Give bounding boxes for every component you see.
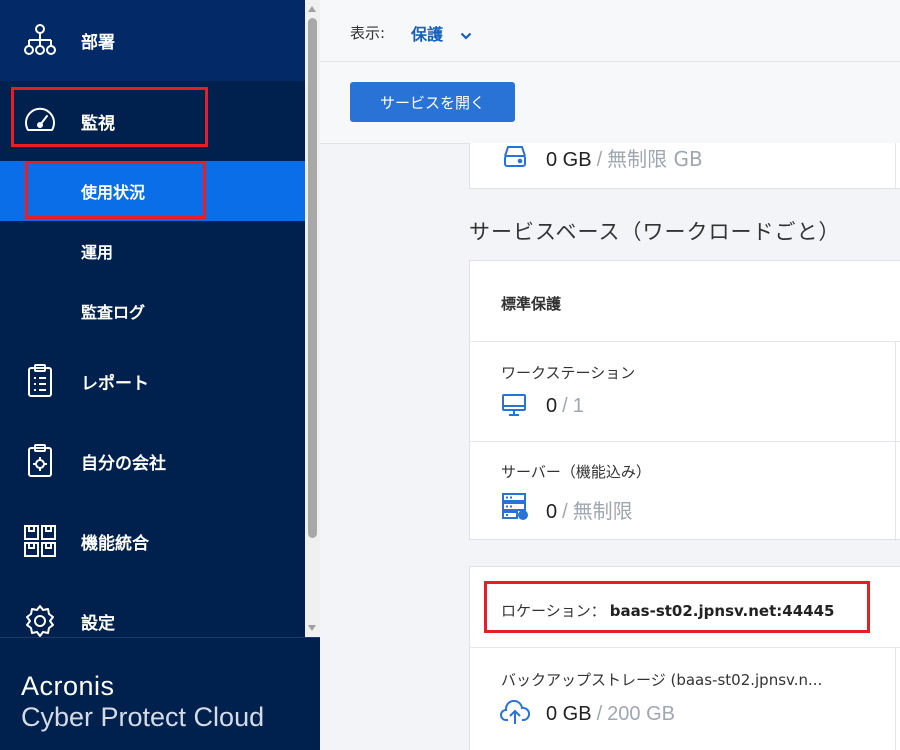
brand-product-name: Cyber Protect Cloud <box>21 702 265 732</box>
storage-used: 0 GB <box>546 149 592 171</box>
sidebar-item-label: 部署 <box>81 33 115 53</box>
section-title: サービスベース（ワークロードごと） <box>469 220 841 244</box>
card-title: 標準保護 <box>501 295 562 313</box>
storage-card: 0 GB / 無制限 GB <box>469 143 900 189</box>
hard-drive-icon <box>502 143 528 173</box>
sidebar-item-my-company[interactable]: 自分の会社 <box>0 421 305 501</box>
chevron-down-icon[interactable] <box>460 26 472 45</box>
open-service-button[interactable]: サービスを開く <box>350 82 515 122</box>
sidebar-item-label: 機能統合 <box>81 533 149 554</box>
sidebar-item-label: 監査ログ <box>81 303 146 322</box>
sidebar-item-label: 設定 <box>81 613 115 634</box>
view-selector-bar: 表示: 保護 <box>320 0 900 62</box>
location-label: ロケーション： <box>501 602 606 620</box>
workstations-label: ワークステーション <box>501 364 636 382</box>
sidebar-item-usage[interactable]: 使用状況 <box>0 161 305 221</box>
standard-protection-card: 標準保護 ワークステーション 0 / 1 サーバー（機能込み） 0 / 無制限 <box>469 260 900 541</box>
clipboard-gear-icon <box>22 443 58 479</box>
backup-used: 0 GB <box>546 703 592 725</box>
servers-used: 0 <box>546 501 558 523</box>
sidebar-item-deploy[interactable]: 部署 <box>0 0 305 81</box>
backup-separator: / <box>596 703 603 725</box>
monitor-icon <box>501 392 527 422</box>
location-card: ロケーション： baas-st02.jpnsv.net:44445 バックアップ… <box>469 566 900 750</box>
scroll-down-arrow-icon[interactable] <box>308 625 316 631</box>
sitemap-icon <box>22 23 58 59</box>
workstations-total: 1 <box>572 395 584 417</box>
sidebar-item-operations[interactable]: 運用 <box>0 221 305 281</box>
sidebar-item-label: 自分の会社 <box>81 453 166 474</box>
sidebar-item-label: レポート <box>81 373 149 394</box>
sidebar-item-label: 運用 <box>81 243 114 262</box>
location-value: baas-st02.jpnsv.net:44445 <box>609 602 835 620</box>
server-rack-icon <box>501 492 529 524</box>
sidebar-item-integrations[interactable]: 機能統合 <box>0 501 305 581</box>
brand-logo-text: Acronis <box>21 671 115 701</box>
scroll-up-arrow-icon[interactable] <box>308 6 316 12</box>
servers-separator: / <box>562 501 568 523</box>
view-dropdown[interactable]: 保護 <box>411 21 443 45</box>
gear-icon <box>22 603 58 639</box>
cloud-upload-icon <box>500 699 531 730</box>
sidebar-item-reports[interactable]: レポート <box>0 341 305 421</box>
servers-label: サーバー（機能込み） <box>501 463 651 481</box>
workstations-used: 0 <box>546 395 558 417</box>
scroll-thumb[interactable] <box>308 18 317 538</box>
backup-storage-label: バックアップストレージ (baas-st02.jpnsv.n... <box>501 671 823 689</box>
brand-footer: Acronis Cyber Protect Cloud <box>0 637 320 750</box>
sidebar-item-audit-log[interactable]: 監査ログ <box>0 281 305 341</box>
storage-total: 無制限 GB <box>607 147 703 171</box>
sidebar-item-monitoring[interactable]: 監視 <box>0 81 305 161</box>
clipboard-report-icon <box>22 363 58 399</box>
workstations-separator: / <box>562 395 568 417</box>
storage-separator: / <box>596 149 603 171</box>
gauge-icon <box>22 103 58 139</box>
modules-icon <box>22 523 58 559</box>
servers-total: 無制限 <box>572 499 633 523</box>
view-label: 表示: <box>350 24 386 42</box>
sidebar-scrollbar[interactable] <box>305 0 320 637</box>
sidebar-item-label: 監視 <box>81 113 115 134</box>
sidebar-item-label: 使用状況 <box>81 183 146 202</box>
toolbar: サービスを開く <box>320 62 900 144</box>
backup-total: 200 GB <box>607 703 675 725</box>
